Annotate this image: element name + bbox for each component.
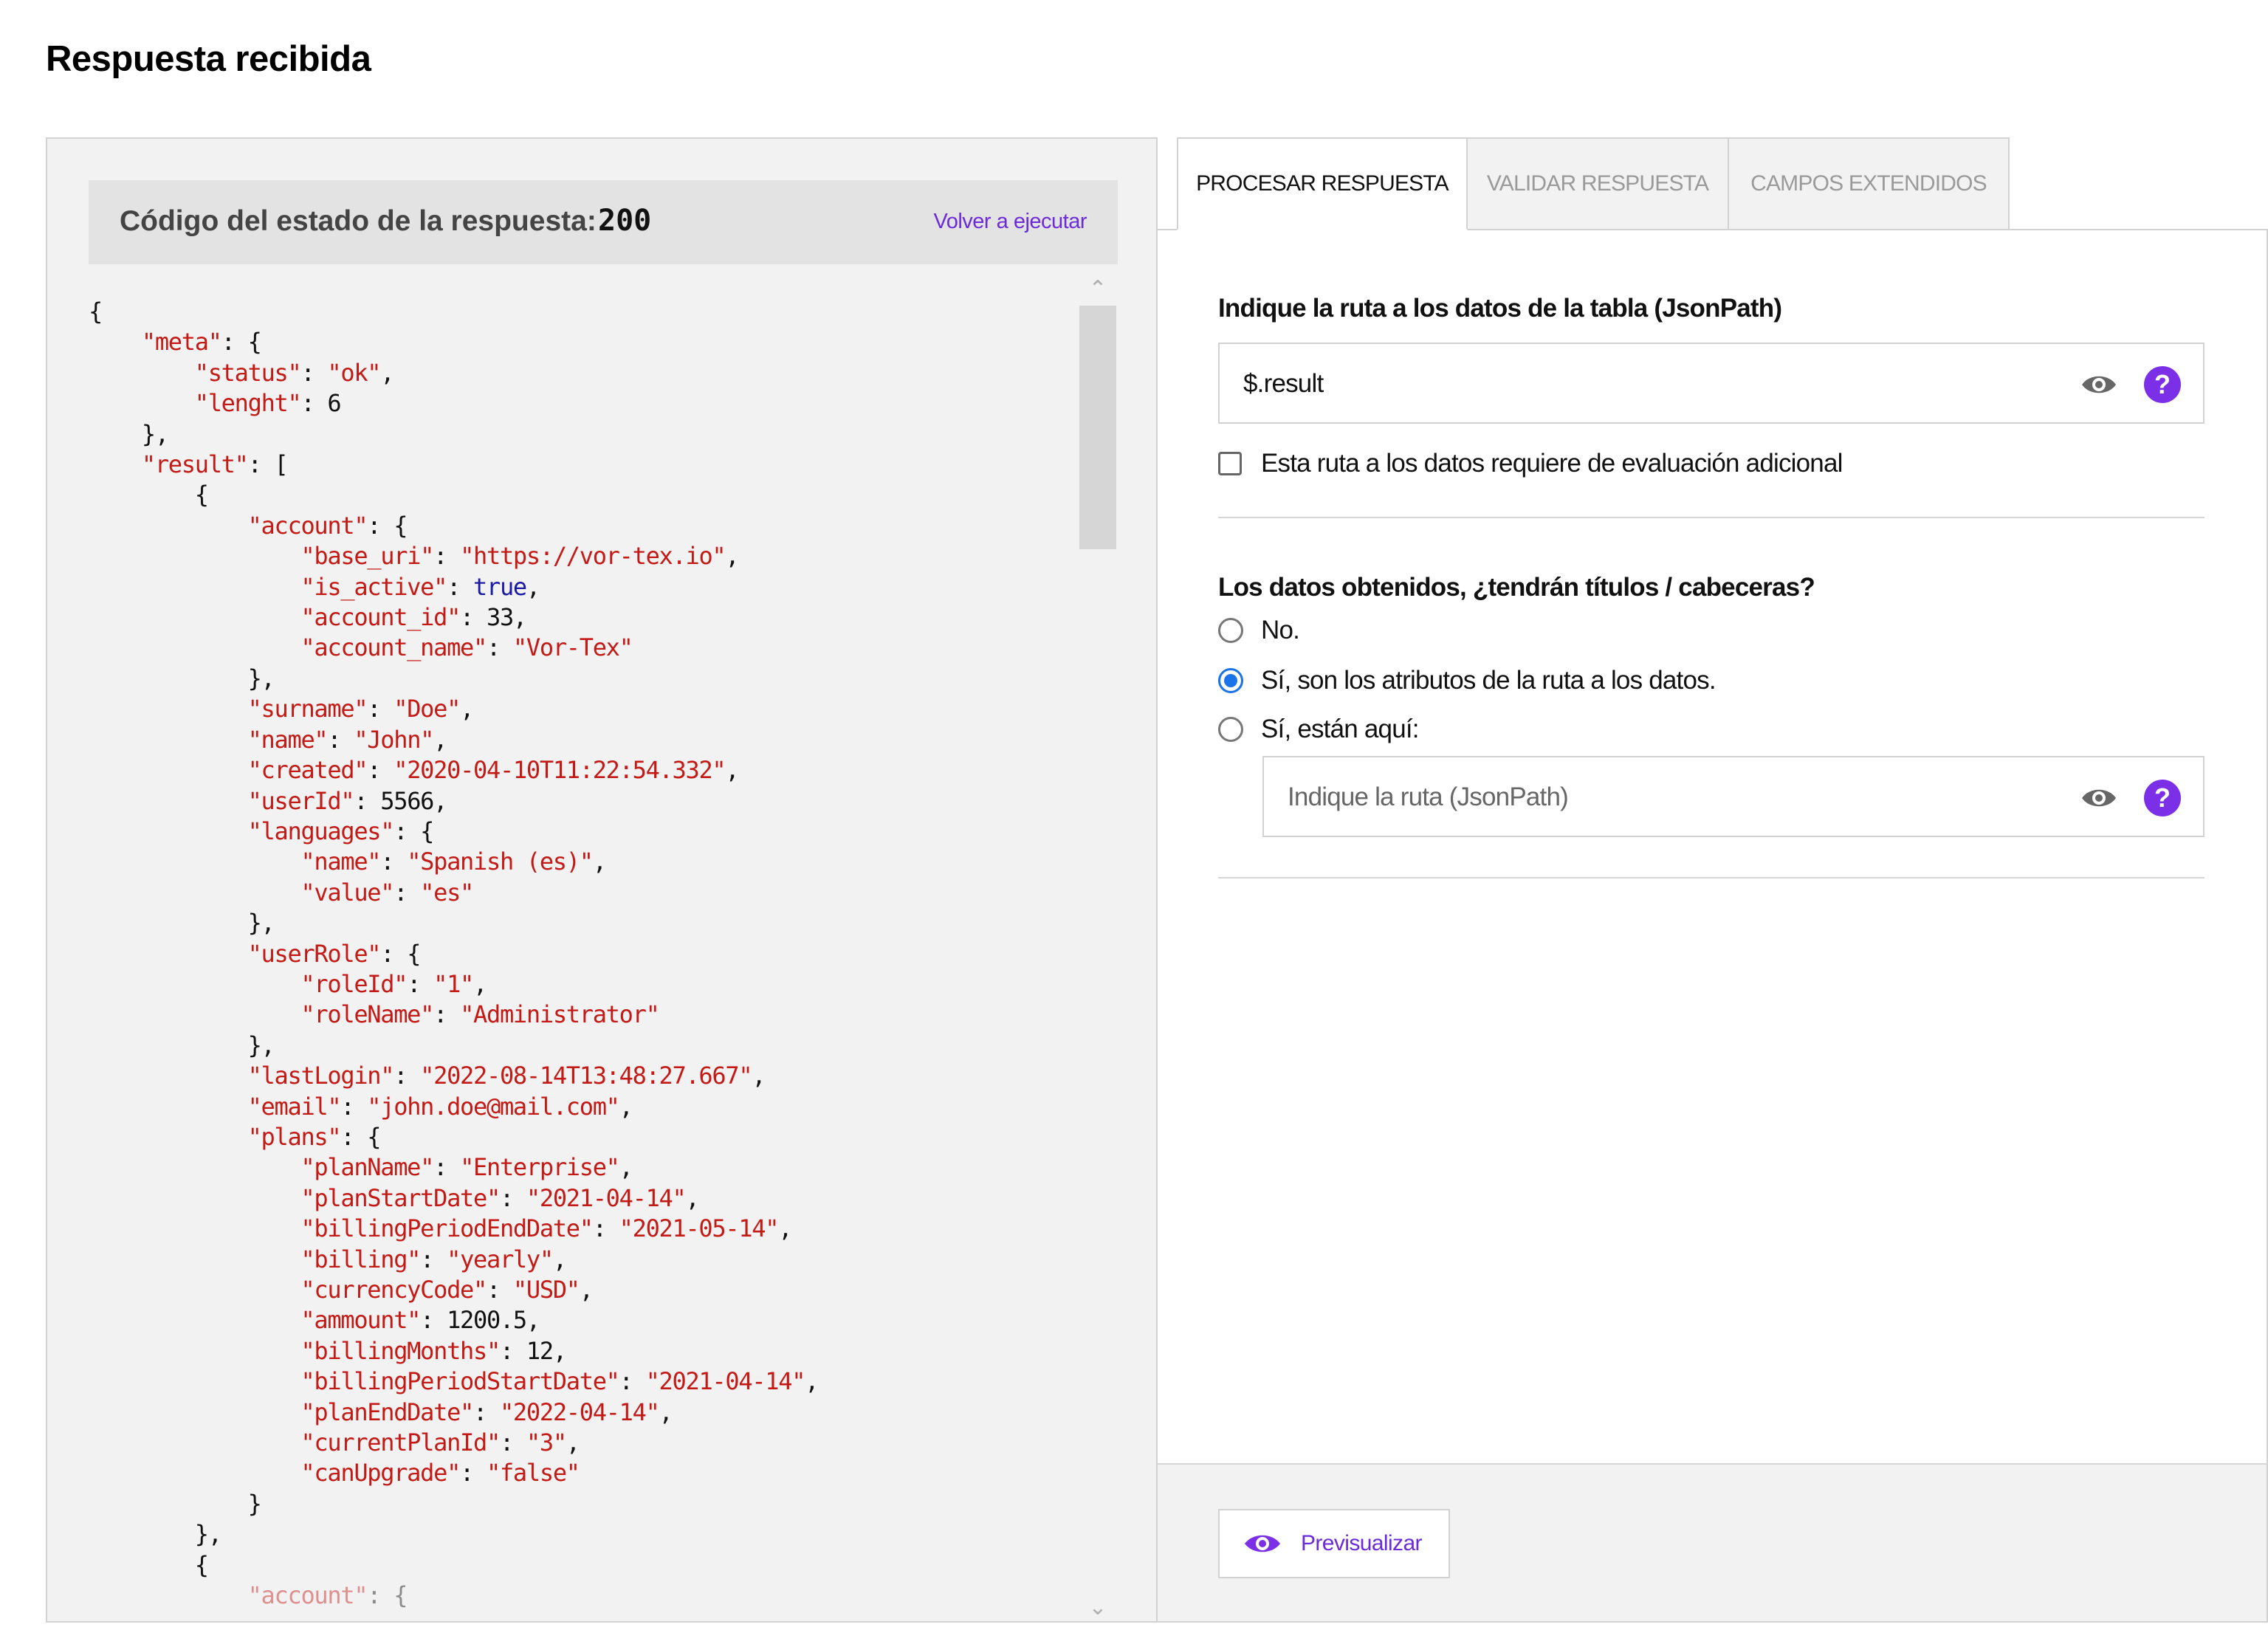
radio-no[interactable] xyxy=(1218,618,1243,643)
path-title: Indique la ruta a los datos de la tabla … xyxy=(1218,294,1782,323)
json-line: "account_name": "Vor-Tex" xyxy=(300,633,633,662)
json-line: "status": "ok", xyxy=(194,358,395,387)
json-line: }, xyxy=(89,1031,275,1059)
radio-label: Sí, son los atributos de la ruta a los d… xyxy=(1261,666,1717,695)
eye-icon xyxy=(1245,1535,1280,1552)
json-line: "planName": "Enterprise", xyxy=(300,1153,633,1182)
json-line: "base_uri": "https://vor-tex.io", xyxy=(300,542,739,571)
json-viewer[interactable]: { "meta": { "status": "ok", "lenght": 6 … xyxy=(89,297,1075,1620)
rerun-link[interactable]: Volver a ejecutar xyxy=(933,210,1087,234)
json-line: "ammount": 1200.5, xyxy=(300,1306,540,1335)
help-icon[interactable]: ? xyxy=(2144,780,2181,816)
json-line: "billingPeriodStartDate": "2021-04-14", xyxy=(300,1367,819,1396)
extra-eval-checkbox[interactable] xyxy=(1218,452,1242,475)
json-line: "languages": { xyxy=(247,816,435,845)
json-line: "account": { xyxy=(247,1581,408,1610)
extra-eval-checkbox-row[interactable]: Esta ruta a los datos requiere de evalua… xyxy=(1218,449,1843,478)
headers-path-placeholder: Indique la ruta (JsonPath) xyxy=(1288,783,1569,811)
json-line: }, xyxy=(89,1520,222,1549)
json-line: "is_active": true, xyxy=(300,572,540,601)
json-line: "lastLogin": "2022-08-14T13:48:27.667", xyxy=(247,1062,766,1090)
process-panel: Indique la ruta a los datos de la tabla … xyxy=(1156,229,2268,1623)
preview-button[interactable]: Previsualizar xyxy=(1218,1509,1450,1578)
tab-validar-respuesta[interactable]: VALIDAR RESPUESTA xyxy=(1466,137,1729,230)
divider xyxy=(1218,517,2205,518)
json-line: "name": "Spanish (es)", xyxy=(300,847,607,876)
json-line: } xyxy=(89,1489,262,1518)
json-code: { "meta": { "status": "ok", "lenght": 6 … xyxy=(89,297,1075,1611)
tab-campos-extendidos[interactable]: CAMPOS EXTENDIDOS xyxy=(1728,137,2010,230)
json-line: { xyxy=(89,1550,209,1579)
status-label: Código del estado de la respuesta: xyxy=(120,205,597,237)
json-line: "planStartDate": "2021-04-14", xyxy=(300,1183,699,1212)
json-line: "billingMonths": 12, xyxy=(300,1336,567,1365)
radio-here[interactable] xyxy=(1218,717,1243,742)
json-line: "email": "john.doe@mail.com", xyxy=(247,1092,633,1121)
divider xyxy=(1218,877,2205,878)
json-line: "roleName": "Administrator" xyxy=(300,1000,659,1029)
radio-label: No. xyxy=(1261,616,1300,644)
json-line: { xyxy=(89,298,103,326)
json-line: }, xyxy=(89,419,169,448)
path-input-value: $.result xyxy=(1243,369,1324,398)
chevron-up-icon[interactable]: ⌃ xyxy=(1078,275,1118,304)
json-line: }, xyxy=(89,909,275,938)
json-line: "billing": "yearly", xyxy=(300,1245,567,1273)
headers-option-no[interactable]: No. xyxy=(1218,616,1300,645)
json-line: "userId": 5566, xyxy=(247,786,448,815)
json-line: "account": { xyxy=(247,511,408,540)
extra-eval-label: Esta ruta a los datos requiere de evalua… xyxy=(1261,449,1843,478)
headers-option-attributes[interactable]: Sí, son los atributos de la ruta a los d… xyxy=(1218,666,1717,695)
json-line: "plans": { xyxy=(247,1122,382,1151)
radio-attributes[interactable] xyxy=(1218,668,1243,693)
path-input[interactable]: $.result ? xyxy=(1218,343,2205,424)
json-line: }, xyxy=(89,664,275,692)
scrollbar-thumb[interactable] xyxy=(1079,306,1116,549)
page-title: Respuesta recibida xyxy=(46,39,371,79)
json-line: "name": "John", xyxy=(247,725,448,754)
json-line: "result": [ xyxy=(141,450,289,479)
eye-icon[interactable] xyxy=(2080,785,2117,811)
json-line: { xyxy=(89,481,209,509)
json-line: "value": "es" xyxy=(300,878,474,907)
chevron-down-icon[interactable]: ⌄ xyxy=(1078,1593,1118,1623)
json-line: "planEndDate": "2022-04-14", xyxy=(300,1397,673,1426)
json-line: "surname": "Doe", xyxy=(247,695,475,723)
json-line: "created": "2020-04-10T11:22:54.332", xyxy=(247,756,740,785)
help-icon[interactable]: ? xyxy=(2144,366,2181,403)
scrollbar[interactable]: ⌃ ⌄ xyxy=(1078,275,1118,1623)
response-panel: Código del estado de la respuesta: 200 V… xyxy=(46,137,1158,1623)
tab-procesar-respuesta[interactable]: PROCESAR RESPUESTA xyxy=(1177,137,1468,230)
radio-label: Sí, están aquí: xyxy=(1261,715,1420,743)
headers-option-here[interactable]: Sí, están aquí: xyxy=(1218,715,1420,744)
headers-title: Los datos obtenidos, ¿tendrán títulos / … xyxy=(1218,573,1815,602)
json-line: "roleId": "1", xyxy=(300,969,487,998)
json-line: "currencyCode": "USD", xyxy=(300,1276,594,1304)
panel-footer: Previsualizar xyxy=(1158,1463,2267,1621)
eye-icon[interactable] xyxy=(2080,372,2117,397)
status-bar: Código del estado de la respuesta: 200 V… xyxy=(89,180,1118,264)
json-line: "billingPeriodEndDate": "2021-05-14", xyxy=(300,1214,792,1243)
json-line: "meta": { xyxy=(141,328,262,357)
json-line: "userRole": { xyxy=(247,939,422,968)
json-line: "lenght": 6 xyxy=(194,389,342,418)
status-code: 200 xyxy=(598,204,652,238)
json-line: "canUpgrade": "false" xyxy=(300,1459,580,1488)
headers-path-input[interactable]: Indique la ruta (JsonPath) ? xyxy=(1262,756,2205,837)
preview-label: Previsualizar xyxy=(1301,1531,1423,1555)
json-line: "account_id": 33, xyxy=(300,603,527,632)
json-line: "currentPlanId": "3", xyxy=(300,1428,580,1457)
